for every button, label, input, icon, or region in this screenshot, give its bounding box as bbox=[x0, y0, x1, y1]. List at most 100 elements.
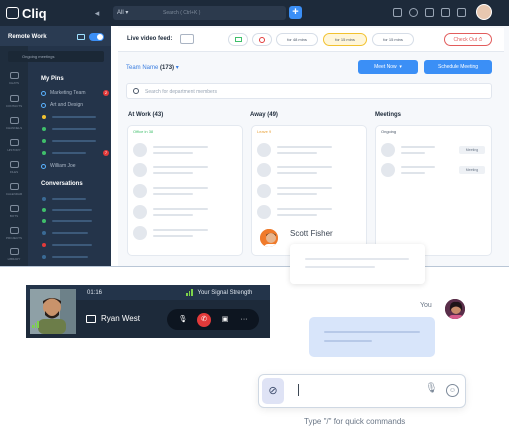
settings-icon[interactable] bbox=[457, 8, 466, 17]
member-avatar[interactable] bbox=[133, 205, 147, 219]
share-screen-button[interactable]: ▣ bbox=[218, 313, 232, 327]
at-work-tag: Office in 38 bbox=[133, 129, 154, 134]
calendar-icon[interactable] bbox=[441, 8, 450, 17]
local-signal-icon bbox=[32, 321, 39, 328]
workspace-toggle[interactable] bbox=[89, 33, 104, 41]
calendar-icon bbox=[9, 183, 19, 190]
workspace-name[interactable]: Remote Work bbox=[8, 34, 47, 40]
app-logo[interactable]: Cliq bbox=[6, 5, 47, 21]
member-avatar[interactable] bbox=[133, 163, 147, 177]
camera-icon[interactable] bbox=[77, 34, 85, 40]
placeholder-line bbox=[52, 256, 88, 258]
placeholder-line bbox=[277, 208, 332, 210]
rail-projects[interactable]: PROJECTS bbox=[5, 227, 23, 240]
placeholder-line bbox=[401, 172, 425, 174]
pin-item[interactable]: Marketing Team bbox=[41, 88, 85, 98]
pin-icon bbox=[41, 163, 46, 169]
pin-item[interactable]: William Joe bbox=[41, 161, 76, 171]
meeting-avatar[interactable] bbox=[381, 143, 395, 157]
placeholder-line bbox=[153, 235, 193, 237]
feed-chip[interactable] bbox=[228, 33, 248, 46]
placeholder-line bbox=[277, 214, 317, 216]
feed-chip[interactable]: for 48 mins bbox=[276, 33, 318, 46]
placeholder-line bbox=[52, 220, 92, 222]
scott-fisher-avatar[interactable] bbox=[258, 227, 280, 249]
search-input[interactable]: Search ( Ctrl+K ) bbox=[151, 6, 286, 20]
check-out-button[interactable]: Check Out ⏱ bbox=[444, 33, 492, 46]
team-name-select[interactable]: Team Name (173) ▾ bbox=[126, 64, 179, 71]
placeholder-line bbox=[305, 258, 409, 260]
speaker-icon[interactable]: ◂ bbox=[92, 8, 102, 18]
conversation-icon bbox=[42, 197, 46, 201]
logo-icon bbox=[6, 7, 19, 19]
meet-now-button[interactable]: Meet Now ▾ bbox=[358, 60, 418, 74]
at-work-title: At Work (43) bbox=[128, 112, 164, 118]
placeholder-line bbox=[52, 116, 96, 118]
away-title: Away (49) bbox=[250, 112, 278, 118]
presence-icon bbox=[42, 243, 46, 247]
rail-chats[interactable]: CHATS bbox=[5, 72, 23, 85]
emoji-icon[interactable]: ☺ bbox=[446, 384, 459, 397]
member-avatar[interactable] bbox=[257, 205, 271, 219]
video-icon[interactable] bbox=[180, 34, 194, 44]
rail-contacts[interactable]: CONTACTS bbox=[5, 95, 23, 108]
hang-up-button[interactable]: ✆ bbox=[197, 313, 211, 327]
callee-name: Ryan West bbox=[101, 314, 140, 323]
presence-icon bbox=[42, 127, 46, 131]
feed-chip[interactable] bbox=[252, 33, 272, 46]
member-avatar[interactable] bbox=[133, 226, 147, 240]
history-icon bbox=[9, 139, 19, 146]
placeholder-line bbox=[305, 266, 375, 268]
rail-files[interactable]: FILES bbox=[5, 161, 23, 174]
profile-avatar[interactable] bbox=[476, 4, 492, 20]
member-avatar[interactable] bbox=[133, 143, 147, 157]
signal-icon bbox=[186, 293, 188, 296]
live-feed-label: Live video feed: bbox=[127, 36, 173, 42]
rail-bots[interactable]: BOTS bbox=[5, 205, 23, 218]
conversation-icon bbox=[42, 255, 46, 259]
placeholder-line bbox=[52, 244, 92, 246]
search-scope-select[interactable]: All ▾ bbox=[113, 6, 151, 20]
hover-user-name[interactable]: Scott Fisher bbox=[290, 229, 333, 238]
presence-icon bbox=[42, 219, 46, 223]
ongoing-meetings-bar[interactable]: Ongoing meetings bbox=[8, 51, 104, 62]
presence-icon bbox=[42, 208, 46, 212]
rail-calendar[interactable]: CALENDAR bbox=[5, 183, 23, 196]
more-options-icon[interactable]: ··· bbox=[237, 313, 251, 327]
away-tag: Leave 9 bbox=[257, 129, 272, 134]
attach-icon[interactable]: ⊘ bbox=[262, 378, 284, 404]
placeholder-line bbox=[401, 146, 435, 148]
pin-item[interactable]: Art and Design bbox=[41, 100, 83, 110]
placeholder-line bbox=[52, 152, 86, 154]
notes-icon[interactable] bbox=[425, 8, 434, 17]
department-search-input[interactable]: Search for department members bbox=[126, 83, 492, 99]
schedule-meeting-button[interactable]: Schedule Meeting bbox=[424, 60, 492, 74]
placeholder-line bbox=[153, 166, 208, 168]
rail-history[interactable]: HISTORY bbox=[5, 139, 23, 152]
member-avatar[interactable] bbox=[257, 163, 271, 177]
placeholder-line bbox=[52, 128, 96, 130]
bots-icon bbox=[9, 205, 19, 212]
placeholder-line bbox=[277, 172, 317, 174]
meetings-title: Meetings bbox=[375, 112, 402, 118]
member-avatar[interactable] bbox=[257, 143, 271, 157]
mic-icon[interactable]: 🎙 bbox=[176, 313, 190, 327]
star-icon[interactable] bbox=[393, 8, 402, 17]
pin-icon bbox=[41, 102, 46, 108]
chat-icon bbox=[9, 72, 19, 79]
voice-input-icon[interactable]: 🎙 bbox=[425, 383, 438, 397]
meeting-avatar[interactable] bbox=[381, 163, 395, 177]
status-icon[interactable] bbox=[409, 8, 418, 17]
rail-library[interactable]: LIBRARY bbox=[5, 248, 23, 261]
pin-icon bbox=[41, 90, 46, 96]
placeholder-line bbox=[153, 146, 208, 148]
member-avatar[interactable] bbox=[257, 184, 271, 198]
rail-channels[interactable]: CHANNELS bbox=[5, 117, 23, 130]
feed-chip[interactable]: for 15 mins bbox=[323, 33, 367, 46]
member-avatar[interactable] bbox=[133, 184, 147, 198]
screen-share-icon[interactable] bbox=[86, 315, 96, 323]
add-button[interactable]: + bbox=[289, 6, 302, 19]
feed-chip[interactable]: for 15 mins bbox=[372, 33, 414, 46]
placeholder-line bbox=[153, 229, 208, 231]
channels-icon bbox=[9, 117, 19, 124]
